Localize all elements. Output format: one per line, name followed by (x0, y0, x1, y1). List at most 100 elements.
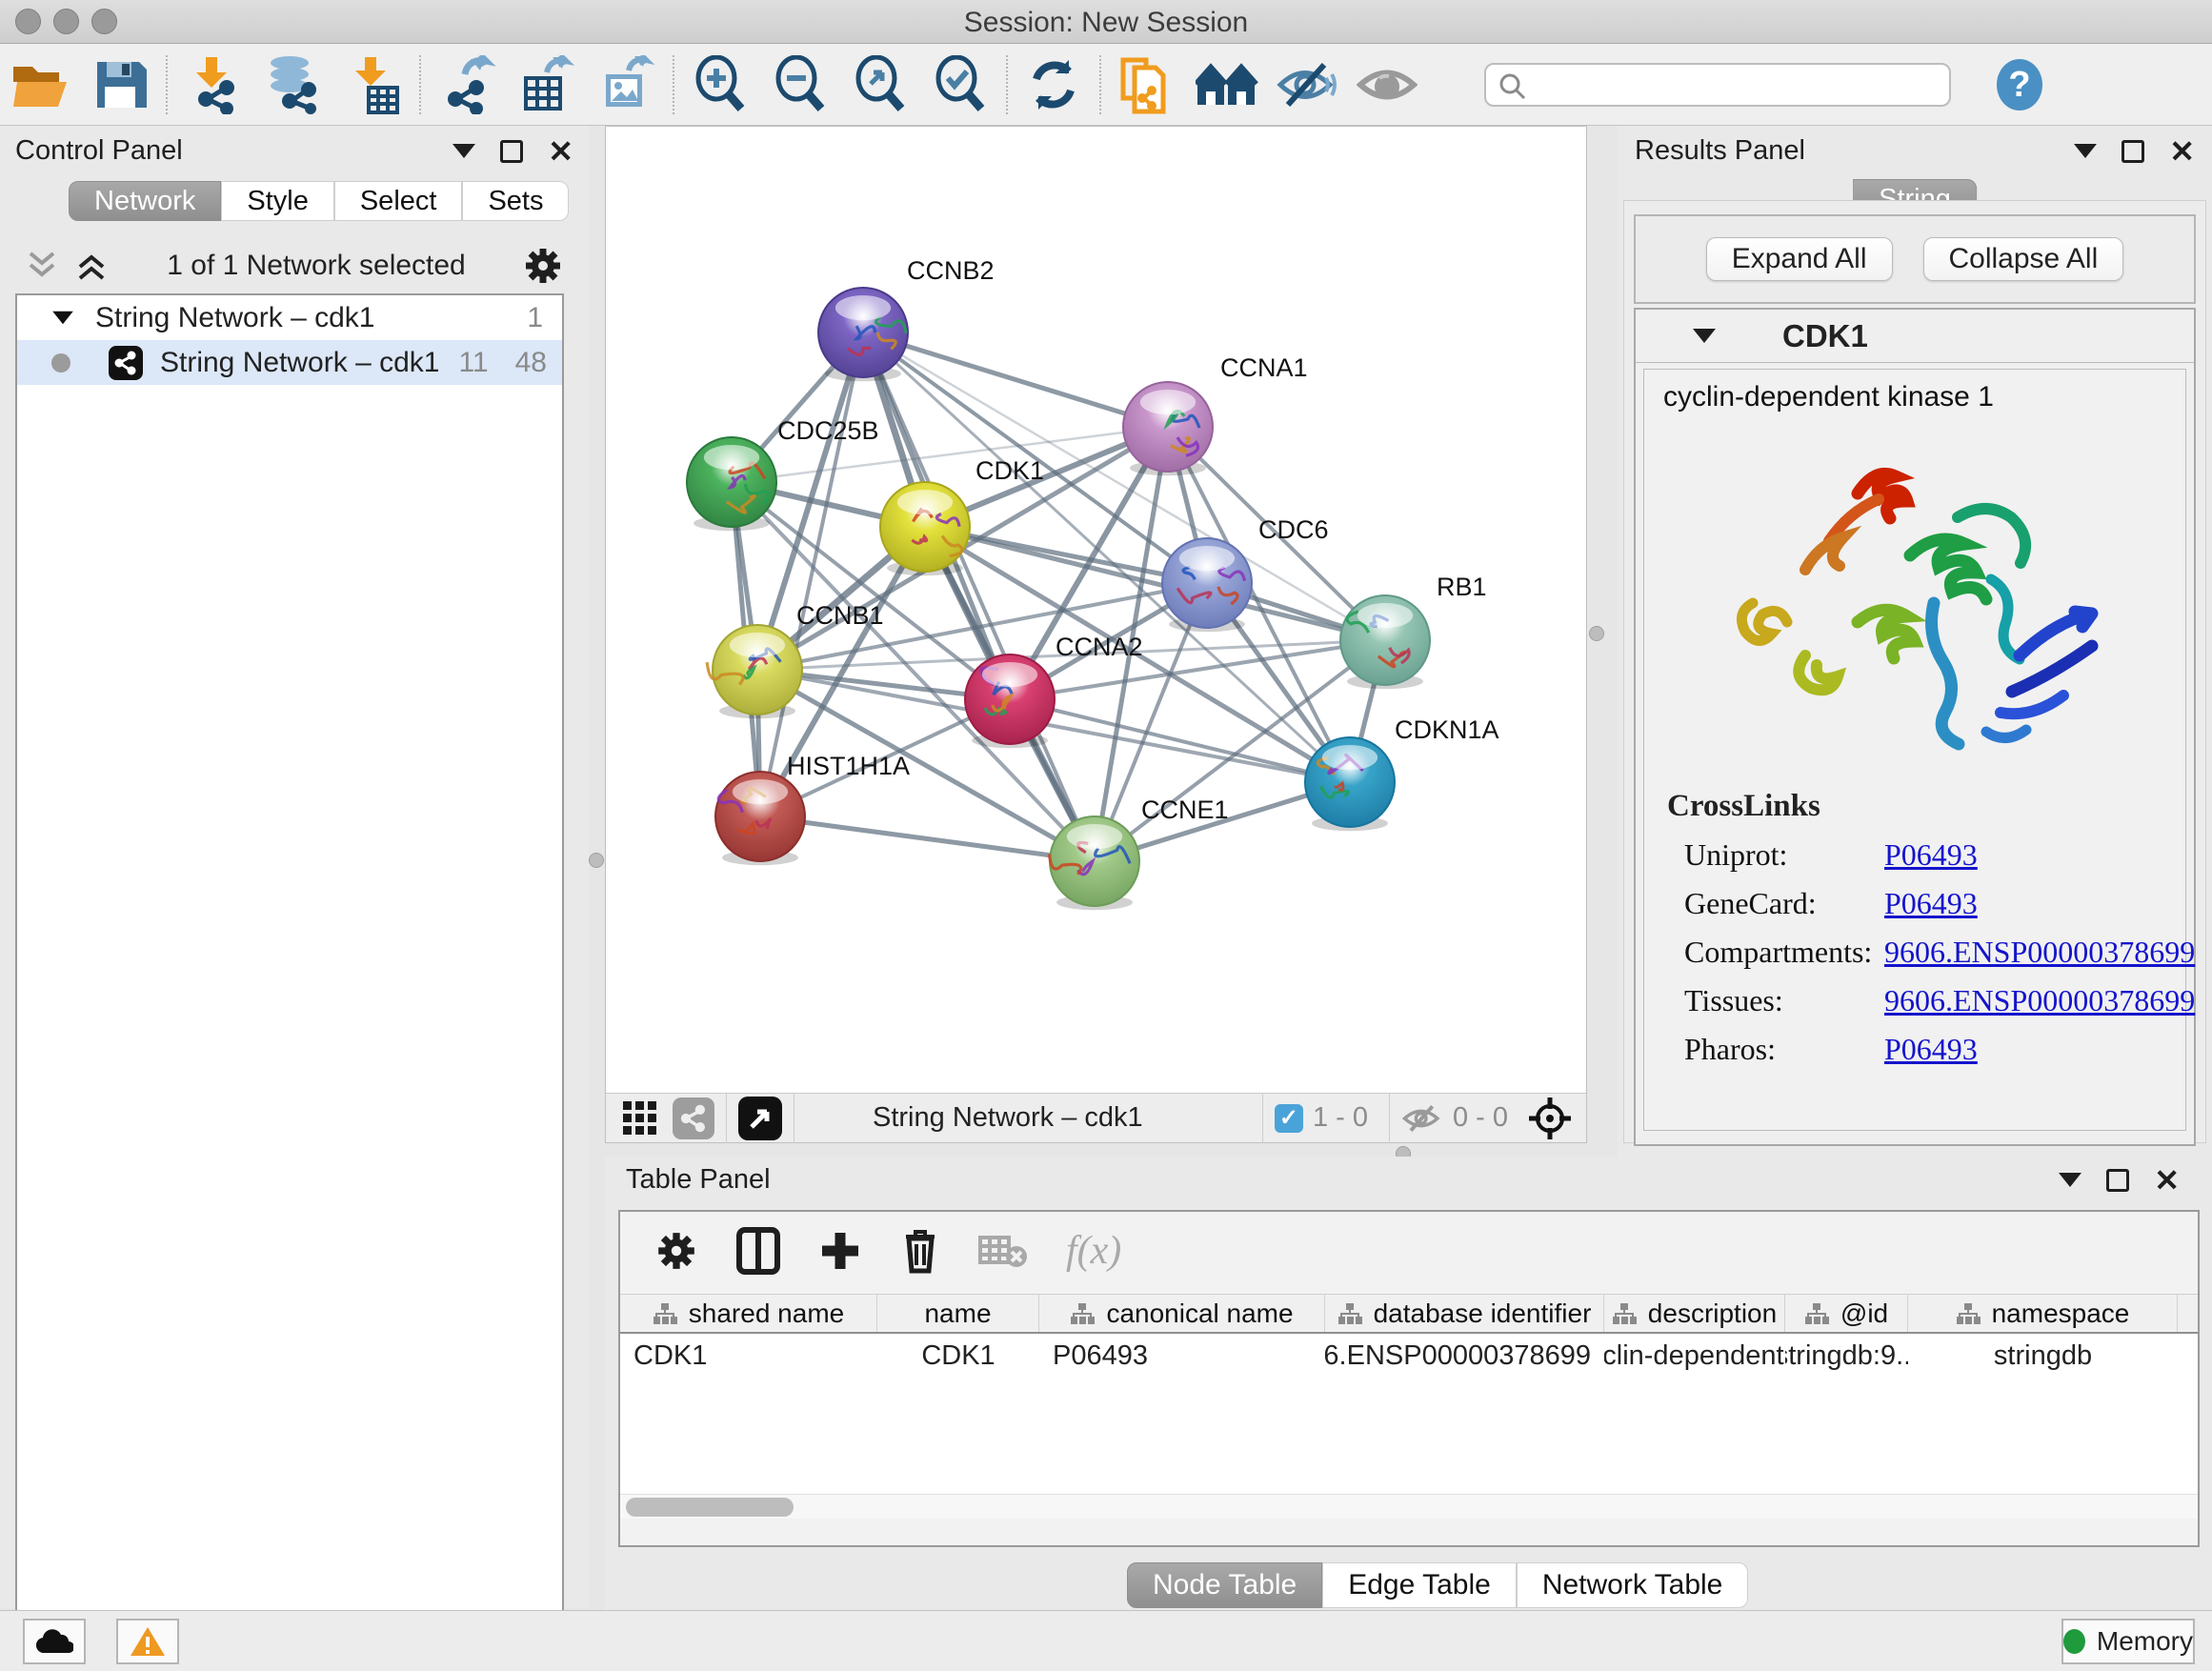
column-header-name[interactable]: name (877, 1295, 1039, 1332)
edge-HIST1H1A-CCNE1[interactable] (760, 816, 1095, 861)
crosslink-link[interactable]: 9606.ENSP00000378699 (1884, 983, 2195, 1018)
crosslink-label: GeneCard: (1684, 886, 1884, 921)
crosslink-link[interactable]: P06493 (1884, 1032, 1978, 1067)
panel-menu-icon[interactable] (2059, 1173, 2081, 1187)
zoom-in-icon[interactable] (680, 51, 760, 118)
entry-expander-icon[interactable] (1693, 329, 1716, 343)
crosslinks-title: CrossLinks (1667, 789, 2195, 824)
edge-CCNB2-CCNE1[interactable] (863, 332, 1095, 861)
collapse-all-icon[interactable] (25, 250, 61, 282)
table-tab-edge-table[interactable]: Edge Table (1322, 1562, 1517, 1608)
show-columns-icon[interactable] (736, 1227, 780, 1275)
table-cell[interactable]: 9606.ENSP00000378699 (1325, 1334, 1604, 1378)
zoom-selected-icon[interactable] (920, 51, 1000, 118)
crosslink-link[interactable]: P06493 (1884, 837, 1978, 873)
column-header-@id[interactable]: @id (1785, 1295, 1908, 1332)
control-panel: Control Panel ✕ NetworkStyleSelectSets 1… (0, 126, 589, 1608)
right-splitter-handle[interactable] (1589, 626, 1604, 641)
delete-column-icon[interactable] (900, 1227, 940, 1275)
selected-checkbox-icon[interactable]: ✓ (1275, 1104, 1303, 1133)
zoom-fit-icon[interactable] (840, 51, 920, 118)
node-CDC25B[interactable]: CDC25B (687, 416, 879, 531)
table-horizontal-scrollbar[interactable] (620, 1494, 2198, 1519)
node-table[interactable]: shared namenamecanonical namedatabase id… (620, 1294, 2198, 1519)
control-tab-sets[interactable]: Sets (462, 181, 569, 221)
grid-view-icon[interactable] (621, 1099, 659, 1137)
duplicate-network-icon[interactable] (1107, 51, 1187, 118)
network-options-gear-icon[interactable] (522, 245, 564, 287)
table-cell[interactable]: stringdb (1908, 1334, 2178, 1378)
network-share-view-icon[interactable] (673, 1097, 714, 1139)
left-splitter-handle[interactable] (589, 853, 604, 868)
panel-float-icon[interactable] (2122, 140, 2144, 163)
main-toolbar: ? (0, 44, 2212, 126)
save-session-icon[interactable] (80, 51, 160, 118)
control-tab-network[interactable]: Network (69, 181, 221, 221)
panel-close-icon[interactable]: ✕ (548, 140, 573, 163)
table-row[interactable]: CDK1CDK1P064939606.ENSP00000378699cyclin… (620, 1334, 2198, 1378)
open-in-window-icon[interactable] (738, 1097, 782, 1140)
warnings-button[interactable] (116, 1619, 179, 1664)
protein-entry-header[interactable]: CDK1 (1636, 310, 2194, 363)
collection-expander-icon[interactable] (52, 312, 73, 325)
create-column-icon[interactable] (818, 1229, 862, 1273)
table-tab-network-table[interactable]: Network Table (1517, 1562, 1749, 1608)
crosslink-link[interactable]: 9606.ENSP00000378699 (1884, 935, 2195, 970)
panel-float-icon[interactable] (2106, 1169, 2129, 1192)
column-header-canonical-name[interactable]: canonical name (1039, 1295, 1325, 1332)
memory-button[interactable]: Memory (2061, 1619, 2195, 1664)
table-tab-node-table[interactable]: Node Table (1127, 1562, 1322, 1608)
expand-all-button[interactable]: Expand All (1706, 237, 1893, 281)
crosshair-icon[interactable] (1527, 1096, 1573, 1141)
edge-CCNB2-CCNA1[interactable] (863, 332, 1168, 427)
import-table-file-icon[interactable] (333, 51, 413, 118)
scrollbar-thumb[interactable] (626, 1498, 794, 1517)
column-header-shared-name[interactable]: shared name (620, 1295, 877, 1332)
expand-all-icon[interactable] (74, 250, 111, 282)
string-network-graph[interactable]: CCNB2CCNA1CDC25BCDK1CDC6RB1CCNB1CCNA2CDK… (606, 127, 1586, 1093)
export-network-icon[interactable] (427, 51, 507, 118)
svg-text:?: ? (2008, 65, 2030, 105)
open-file-icon[interactable] (0, 51, 80, 118)
node-CCNE1[interactable]: CCNE1 (1050, 795, 1229, 910)
import-network-database-icon[interactable] (253, 51, 333, 118)
network-collection-row[interactable]: String Network – cdk1 1 (17, 295, 562, 340)
network-canvas[interactable]: CCNB2CCNA1CDC25BCDK1CDC6RB1CCNB1CCNA2CDK… (605, 126, 1587, 1143)
import-network-file-icon[interactable] (173, 51, 253, 118)
refresh-icon[interactable] (1014, 51, 1094, 118)
search-input[interactable] (1484, 63, 1951, 107)
control-tab-select[interactable]: Select (334, 181, 463, 221)
node-CDKN1A[interactable]: CDKN1A (1305, 715, 1499, 831)
toolbar-separator (673, 55, 674, 114)
table-cell[interactable]: cyclin-dependent ... (1604, 1334, 1785, 1378)
cloud-status-button[interactable] (23, 1619, 86, 1664)
node-HIST1H1A[interactable]: HIST1H1A (715, 752, 910, 865)
help-icon[interactable]: ? (1980, 51, 2060, 118)
hide-selected-eye-icon[interactable] (1267, 51, 1347, 118)
panel-float-icon[interactable] (500, 140, 523, 163)
column-header-namespace[interactable]: namespace (1908, 1295, 2178, 1332)
collapse-all-button[interactable]: Collapse All (1923, 237, 2124, 281)
export-image-icon[interactable] (587, 51, 667, 118)
column-header-description[interactable]: description (1604, 1295, 1785, 1332)
control-tab-style[interactable]: Style (221, 181, 333, 221)
panel-menu-icon[interactable] (2074, 144, 2097, 158)
panel-menu-icon[interactable] (452, 144, 475, 158)
table-options-gear-icon[interactable] (654, 1229, 698, 1273)
zoom-out-icon[interactable] (760, 51, 840, 118)
table-cell[interactable]: CDK1 (620, 1334, 877, 1378)
birds-eye-icon[interactable] (1187, 51, 1267, 118)
node-CCNA1[interactable]: CCNA1 (1123, 353, 1308, 475)
table-cell[interactable]: stringdb:9... (1785, 1334, 1908, 1378)
crosslink-link[interactable]: P06493 (1884, 886, 1978, 921)
column-header-database-identifier[interactable]: database identifier (1325, 1295, 1604, 1332)
panel-close-icon[interactable]: ✕ (2169, 140, 2195, 163)
table-cell[interactable]: CDK1 (877, 1334, 1039, 1378)
panel-close-icon[interactable]: ✕ (2154, 1169, 2180, 1192)
node-CCNB1[interactable]: CCNB1 (707, 601, 883, 718)
table-cell[interactable]: P06493 (1039, 1334, 1325, 1378)
export-table-icon[interactable] (507, 51, 587, 118)
node-RB1[interactable]: RB1 (1340, 573, 1487, 689)
show-all-eye-icon[interactable] (1347, 51, 1427, 118)
network-row[interactable]: String Network – cdk1 11 48 (17, 340, 562, 385)
